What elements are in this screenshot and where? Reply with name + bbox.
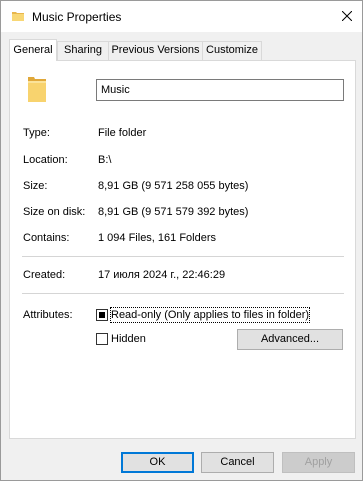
title-bar[interactable]: Music Properties <box>1 1 362 32</box>
size-label: Size: <box>23 180 48 192</box>
location-value: B:\ <box>98 154 112 166</box>
created-value: 17 июля 2024 г., 22:46:29 <box>98 269 226 281</box>
location-label: Location: <box>23 154 68 166</box>
divider <box>22 256 344 257</box>
ok-button[interactable]: OK <box>121 452 194 473</box>
type-value: File folder <box>98 127 147 139</box>
folder-name-input[interactable]: Music <box>96 79 344 101</box>
window-title: Music Properties <box>32 10 122 24</box>
close-icon <box>342 11 352 21</box>
type-label: Type: <box>23 127 50 139</box>
attributes-label: Attributes: <box>23 309 73 321</box>
tab-sharing[interactable]: Sharing <box>57 41 109 60</box>
hidden-checkbox[interactable] <box>96 333 108 345</box>
size-on-disk-label: Size on disk: <box>23 206 86 218</box>
divider <box>22 293 344 294</box>
contains-value: 1 094 Files, 161 Folders <box>98 232 217 244</box>
general-panel: Music Type: File folder Location: B:\ Si… <box>9 60 356 439</box>
properties-window: Music Properties General Sharing Previou… <box>0 0 363 481</box>
close-button[interactable] <box>338 7 356 25</box>
advanced-button[interactable]: Advanced... <box>237 329 343 350</box>
tab-customize[interactable]: Customize <box>202 41 262 60</box>
size-value: 8,91 GB (9 571 258 055 bytes) <box>98 180 249 192</box>
tab-general[interactable]: General <box>9 39 57 61</box>
readonly-checkbox-label[interactable]: Read-only (Only applies to files in fold… <box>109 307 311 323</box>
hidden-checkbox-label[interactable]: Hidden <box>111 332 146 346</box>
cancel-button[interactable]: Cancel <box>201 452 274 473</box>
size-on-disk-value: 8,91 GB (9 571 579 392 bytes) <box>98 206 249 218</box>
folder-icon <box>28 77 46 102</box>
created-label: Created: <box>23 269 66 281</box>
contains-label: Contains: <box>23 232 70 244</box>
folder-icon <box>12 12 24 21</box>
tab-previous-versions[interactable]: Previous Versions <box>108 41 203 60</box>
readonly-checkbox[interactable] <box>96 309 108 321</box>
apply-button[interactable]: Apply <box>282 452 355 473</box>
